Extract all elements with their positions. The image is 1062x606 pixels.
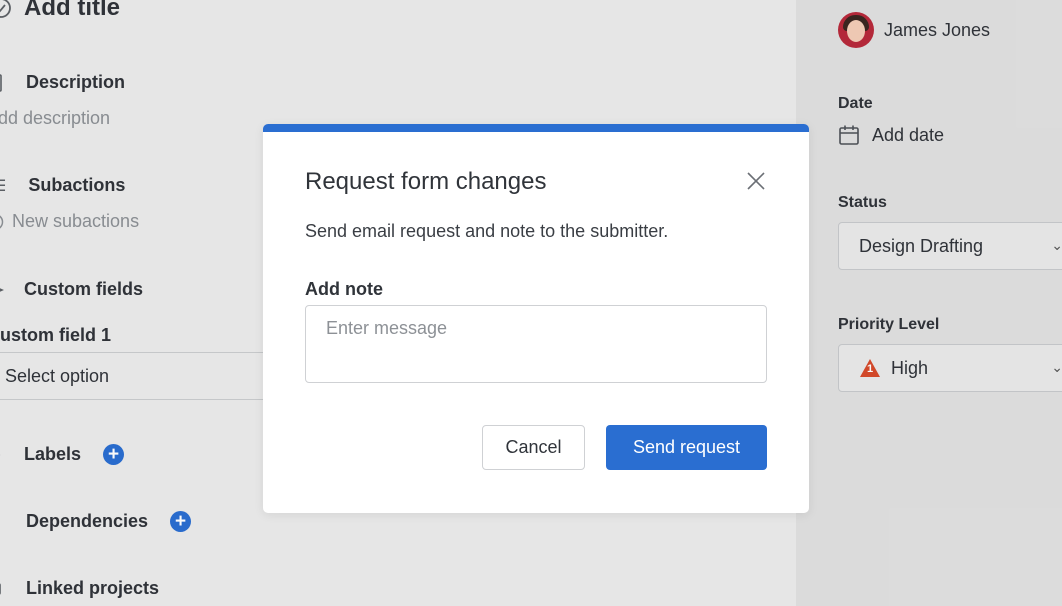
note-textarea[interactable]	[305, 305, 767, 383]
close-icon[interactable]	[743, 168, 769, 194]
modal-description: Send email request and note to the submi…	[305, 221, 669, 241]
modal-title: Request form changes	[305, 168, 547, 195]
cancel-button[interactable]: Cancel	[482, 425, 585, 470]
request-form-changes-dialog: Request form changes Send email request …	[263, 124, 809, 513]
send-request-button[interactable]: Send request	[606, 425, 767, 470]
note-label: Add note	[305, 279, 383, 299]
modal-accent-bar	[263, 124, 809, 132]
